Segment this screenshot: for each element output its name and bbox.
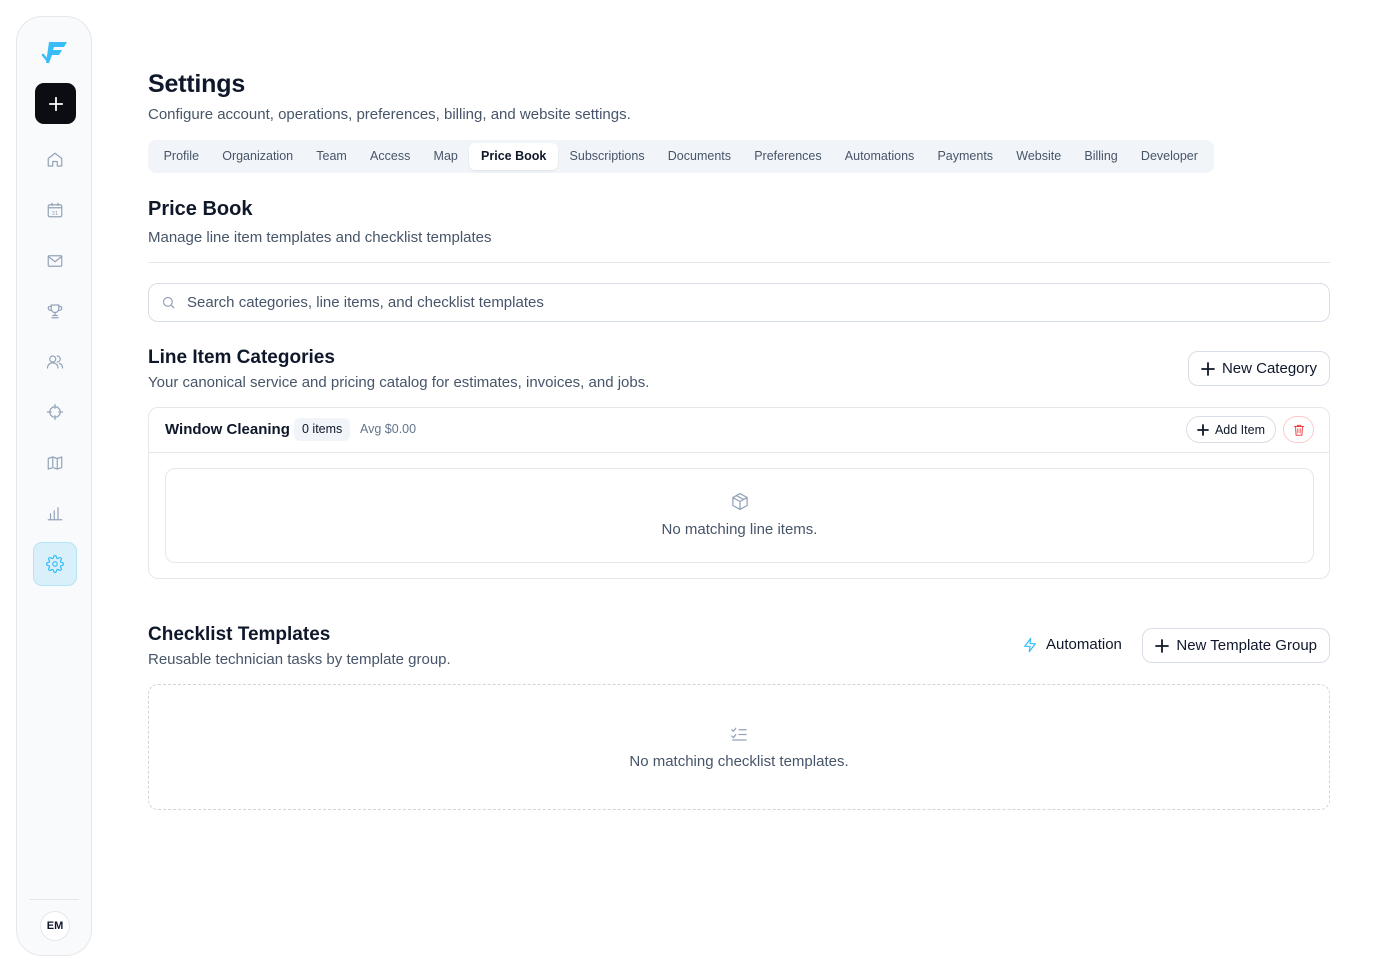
tab-website[interactable]: Website [1005, 143, 1073, 170]
new-template-group-label: New Template Group [1176, 637, 1317, 654]
plus-icon [1201, 361, 1215, 376]
search-input[interactable] [185, 293, 1289, 312]
category-name[interactable]: Window Cleaning [165, 421, 290, 438]
tab-organization[interactable]: Organization [211, 143, 305, 170]
tab-automations[interactable]: Automations [833, 143, 926, 170]
line-item-categories-title: Line Item Categories [148, 347, 335, 368]
automation-label: Automation [1046, 636, 1122, 653]
tab-price-book[interactable]: Price Book [469, 143, 558, 170]
automation-button[interactable]: Automation [1022, 636, 1122, 653]
nav-mail[interactable] [34, 240, 76, 282]
add-item-button[interactable]: Add Item [1185, 416, 1276, 443]
user-avatar[interactable]: EM [40, 911, 70, 941]
svg-text:31: 31 [52, 211, 59, 217]
lightning-icon [1024, 637, 1036, 652]
tab-payments[interactable]: Payments [926, 143, 1005, 170]
search-bar [148, 283, 1330, 322]
nav-calendar[interactable]: 31 [34, 189, 76, 231]
checklist-templates-empty-state: No matching checklist templates. [148, 684, 1330, 810]
tab-subscriptions[interactable]: Subscriptions [558, 143, 656, 170]
chart-icon [47, 507, 63, 521]
nav-map[interactable] [34, 442, 76, 484]
tab-map[interactable]: Map [422, 143, 470, 170]
tab-billing[interactable]: Billing [1073, 143, 1130, 170]
nav-settings[interactable] [33, 542, 77, 586]
page-title: Settings [148, 70, 246, 98]
checklist-templates-title: Checklist Templates [148, 624, 331, 645]
delete-category-button[interactable] [1283, 416, 1314, 443]
trash-icon [1293, 424, 1304, 436]
page-subtitle: Configure account, operations, preferenc… [148, 106, 631, 123]
tab-profile[interactable]: Profile [152, 143, 211, 170]
users-icon [46, 355, 64, 369]
map-icon [47, 456, 63, 470]
tab-developer[interactable]: Developer [1129, 143, 1209, 170]
section-divider [148, 262, 1330, 263]
create-new-button[interactable] [35, 83, 76, 124]
nav-team[interactable] [34, 341, 76, 383]
tab-documents[interactable]: Documents [656, 143, 742, 170]
nav-reports[interactable] [34, 492, 76, 534]
calendar-icon: 31 [47, 202, 63, 218]
nav-home[interactable] [34, 139, 76, 181]
package-icon [730, 492, 749, 516]
trophy-icon [47, 304, 63, 319]
new-category-label: New Category [1221, 360, 1317, 377]
search-icon [162, 296, 175, 309]
new-template-group-button[interactable]: New Template Group [1142, 628, 1330, 663]
checklist-templates-empty-text: No matching checklist templates. [629, 753, 849, 770]
line-items-empty-text: No matching line items. [661, 521, 818, 538]
checklist-icon [730, 725, 749, 749]
category-header: Window Cleaning 0 items Avg $0.00 Add It… [149, 408, 1329, 453]
tab-team[interactable]: Team [305, 143, 359, 170]
gear-icon [46, 555, 64, 573]
category-average-price: Avg $0.00 [360, 422, 417, 436]
price-book-subtitle: Manage line item templates and checklist… [148, 229, 492, 246]
new-category-button[interactable]: New Category [1187, 351, 1330, 386]
mail-icon [47, 255, 63, 267]
line-item-categories-subtitle: Your canonical service and pricing catal… [148, 374, 650, 391]
tab-access[interactable]: Access [358, 143, 421, 170]
category-item-count-badge: 0 items [294, 418, 351, 441]
plus-icon [1155, 638, 1170, 653]
app-logo-icon[interactable] [41, 37, 71, 67]
sidebar: 31 EM [16, 16, 92, 956]
home-icon [47, 152, 63, 167]
nav-trophy[interactable] [34, 290, 76, 332]
sidebar-divider [29, 899, 79, 900]
settings-tabs: Profile Organization Team Access Map Pri… [148, 140, 1214, 173]
price-book-title: Price Book [148, 198, 253, 220]
tab-preferences[interactable]: Preferences [743, 143, 834, 170]
plus-icon [48, 96, 63, 111]
add-item-label: Add Item [1214, 422, 1265, 437]
line-items-empty-state: No matching line items. [165, 468, 1314, 563]
crosshair-icon [46, 403, 64, 421]
plus-icon [1197, 423, 1209, 436]
checklist-templates-subtitle: Reusable technician tasks by template gr… [148, 651, 451, 668]
nav-targets[interactable] [34, 391, 76, 433]
category-card: Window Cleaning 0 items Avg $0.00 Add It… [148, 407, 1330, 579]
